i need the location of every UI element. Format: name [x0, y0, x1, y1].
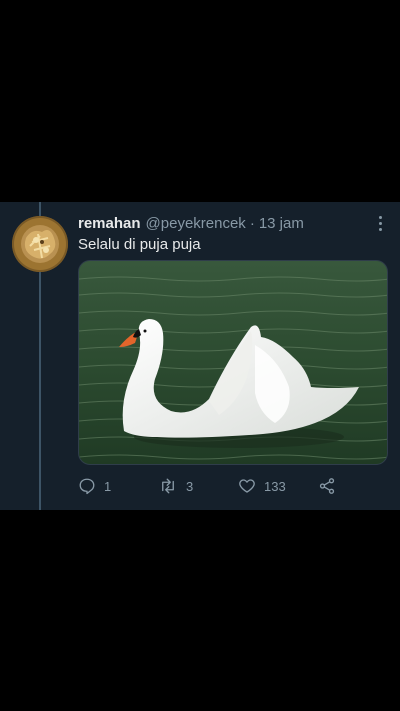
display-name[interactable]: remahan — [78, 215, 141, 232]
user-handle[interactable]: @peyekrencek — [146, 215, 246, 232]
avatar[interactable] — [12, 216, 68, 272]
screenshot-frame: remahan @peyekrencek · 13 jam Selalu di … — [0, 0, 400, 711]
share-button[interactable] — [318, 474, 336, 498]
reply-count: 1 — [104, 478, 112, 494]
like-count: 133 — [264, 478, 286, 494]
reply-icon — [79, 478, 95, 495]
reply-button[interactable]: 1 — [78, 474, 111, 498]
tweet-header: remahan @peyekrencek · 13 jam — [78, 215, 386, 235]
heart-icon — [239, 479, 255, 493]
action-bar: 1 3 133 — [78, 474, 388, 498]
tweet-card[interactable]: remahan @peyekrencek · 13 jam Selalu di … — [0, 202, 400, 510]
retweet-button[interactable]: 3 — [158, 474, 193, 498]
retweet-icon — [162, 478, 174, 494]
timestamp[interactable]: 13 jam — [259, 215, 304, 232]
retweet-count: 3 — [186, 478, 194, 494]
separator-dot: · — [249, 215, 255, 232]
like-button[interactable]: 133 — [238, 474, 286, 498]
tweet-text: Selalu di puja puja — [78, 236, 201, 253]
share-icon — [319, 478, 335, 494]
tweet-image[interactable] — [78, 260, 388, 465]
more-options-icon[interactable] — [374, 214, 386, 232]
